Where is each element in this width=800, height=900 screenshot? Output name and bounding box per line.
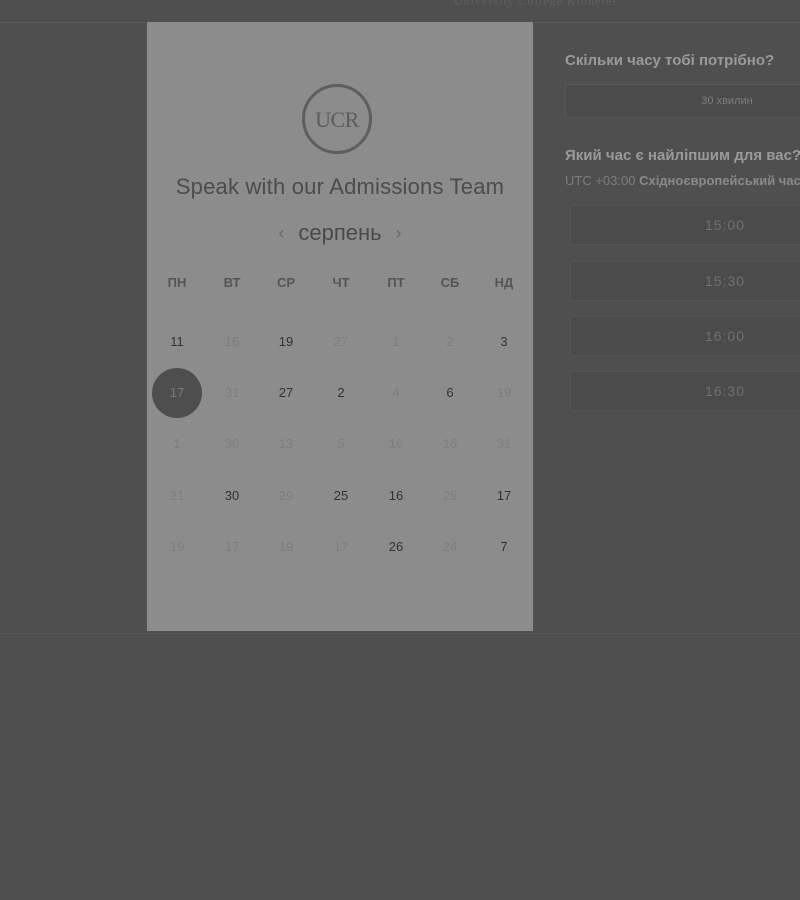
- calendar-day[interactable]: 27: [261, 368, 311, 418]
- calendar-day: 17: [333, 539, 349, 554]
- calendar-day: 4: [392, 385, 400, 400]
- next-month-button[interactable]: ›: [396, 223, 402, 244]
- calendar-day: 16: [388, 436, 404, 451]
- calendar-day[interactable]: 30: [207, 471, 257, 521]
- calendar-day: 16: [442, 436, 458, 451]
- calendar-day: 5: [337, 436, 345, 451]
- calendar-day: 24: [442, 539, 458, 554]
- weekday-label: ЧТ: [332, 275, 350, 290]
- weekday-label: ПН: [167, 275, 187, 290]
- calendar-day: 13: [278, 436, 294, 451]
- brand-text: University College Kinneret: [454, 0, 617, 8]
- time-slot-label: 15:00: [704, 217, 746, 233]
- calendar-day[interactable]: 25: [316, 471, 366, 521]
- calendar-day: 27: [333, 334, 349, 349]
- weekday-label: ПТ: [387, 275, 405, 290]
- calendar-day: 21: [169, 488, 185, 503]
- duration-question: Скільки часу тобі потрібно?: [565, 52, 775, 69]
- calendar-day: 19: [278, 539, 294, 554]
- time-slot-label: 15:30: [704, 273, 746, 289]
- logo-text: UCR: [315, 107, 359, 132]
- weekday-header: ПН ВТ СР ЧТ ПТ СБ НД: [147, 275, 533, 295]
- calendar-day: 17: [224, 539, 240, 554]
- duration-label: 30 хвилин: [701, 95, 753, 107]
- time-slot-label: 16:00: [704, 328, 746, 344]
- calendar-day: 31: [496, 436, 512, 451]
- selected-day[interactable]: 17: [152, 368, 202, 418]
- month-navigation: ‹ серпень ›: [147, 218, 533, 248]
- calendar-day[interactable]: 17: [479, 471, 529, 521]
- calendar-card: UCR Speak with our Admissions Team ‹ сер…: [147, 22, 533, 631]
- calendar-day: 19: [169, 539, 185, 554]
- timezone-offset: UTC +03:00: [565, 173, 636, 188]
- calendar-day[interactable]: 3: [479, 317, 529, 367]
- calendar-day: 25: [442, 488, 458, 503]
- divider: [0, 633, 800, 634]
- page-title: Speak with our Admissions Team: [175, 174, 505, 199]
- top-bar: University College Kinneret: [0, 0, 800, 23]
- calendar-day: 30: [224, 436, 240, 451]
- time-question: Який час є найліпшим для вас?: [565, 147, 800, 164]
- calendar-day: 1: [392, 334, 400, 349]
- calendar-day[interactable]: 19: [261, 317, 311, 367]
- time-slot-button[interactable]: 16:00: [570, 316, 800, 356]
- calendar-day: 16: [224, 334, 240, 349]
- calendar-day: 2: [446, 334, 454, 349]
- calendar-day: 31: [224, 385, 240, 400]
- calendar-day[interactable]: 16: [371, 471, 421, 521]
- time-slot-button[interactable]: 16:30: [570, 371, 800, 411]
- prev-month-button[interactable]: ‹: [278, 223, 284, 244]
- calendar-day[interactable]: 6: [425, 368, 475, 418]
- calendar-day[interactable]: 2: [316, 368, 366, 418]
- timezone-name: Східноєвропейський час: [639, 173, 800, 188]
- time-slot-button[interactable]: 15:00: [570, 205, 800, 245]
- calendar-day: 1: [173, 436, 181, 451]
- ucr-logo: UCR: [302, 84, 372, 154]
- calendar-day[interactable]: 26: [371, 522, 421, 572]
- calendar-day: 19: [496, 385, 512, 400]
- duration-option[interactable]: 30 хвилин: [565, 84, 800, 118]
- timezone-info: UTC +03:00 Східноєвропейський час: [565, 173, 800, 188]
- calendar-day[interactable]: 11: [152, 317, 202, 367]
- weekday-label: СР: [276, 275, 296, 290]
- calendar-day[interactable]: 7: [479, 522, 529, 572]
- time-slot-label: 16:30: [704, 383, 746, 399]
- weekday-label: СБ: [440, 275, 460, 290]
- calendar-day: 29: [278, 488, 294, 503]
- weekday-label: НД: [494, 275, 514, 290]
- month-label: серпень: [298, 220, 382, 245]
- weekday-label: ВТ: [223, 275, 241, 290]
- time-slot-button[interactable]: 15:30: [570, 261, 800, 301]
